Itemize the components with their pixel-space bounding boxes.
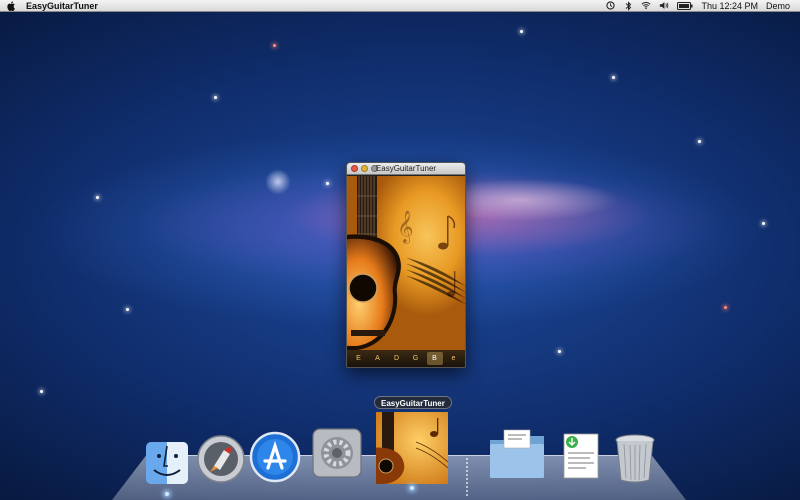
applications-folder-icon[interactable]	[486, 426, 548, 484]
running-indicator	[410, 486, 414, 490]
launchpad-icon[interactable]	[194, 432, 248, 486]
string-button-B[interactable]: B	[426, 352, 443, 365]
zoom-button[interactable]	[371, 165, 378, 172]
running-indicator	[165, 492, 169, 496]
battery-icon[interactable]	[677, 1, 693, 11]
svg-text:𝄞: 𝄞	[397, 210, 414, 244]
string-selector: E A D G B e	[347, 350, 465, 367]
guitar-artwork: 𝄞	[347, 176, 465, 350]
string-button-e[interactable]: e	[446, 352, 462, 365]
menu-extras: Thu 12:24 PM Demo	[605, 1, 800, 11]
time-machine-icon[interactable]	[605, 1, 615, 11]
finder-icon[interactable]	[140, 436, 194, 496]
app-menu-title[interactable]: EasyGuitarTuner	[22, 1, 102, 11]
app-store-icon[interactable]	[248, 430, 302, 484]
apple-icon[interactable]	[0, 0, 22, 12]
string-button-E[interactable]: E	[351, 352, 367, 365]
string-button-A[interactable]: A	[370, 352, 386, 365]
trash-icon[interactable]	[612, 432, 658, 484]
string-button-D[interactable]: D	[389, 352, 405, 365]
volume-icon[interactable]	[659, 1, 669, 11]
dock-tooltip: EasyGuitarTuner	[374, 396, 452, 409]
window-titlebar[interactable]: EasyGuitarTuner	[347, 163, 465, 175]
bluetooth-icon[interactable]	[623, 0, 633, 11]
dock-divider	[466, 458, 468, 498]
minimize-button[interactable]	[361, 165, 368, 172]
menubar-clock[interactable]: Thu 12:24 PM	[701, 1, 758, 11]
app-window: EasyGuitarTuner 𝄞 E A D G B e	[346, 162, 466, 368]
close-button[interactable]	[351, 165, 358, 172]
menubar-user[interactable]: Demo	[766, 1, 790, 11]
system-preferences-icon[interactable]	[310, 426, 364, 480]
easyguitartuner-icon[interactable]	[372, 412, 449, 490]
menu-bar: EasyGuitarTuner Thu 12:24 PM Demo	[0, 0, 800, 12]
wifi-icon[interactable]	[641, 1, 651, 11]
string-button-G[interactable]: G	[408, 352, 424, 365]
downloads-stack-icon[interactable]	[556, 428, 604, 484]
